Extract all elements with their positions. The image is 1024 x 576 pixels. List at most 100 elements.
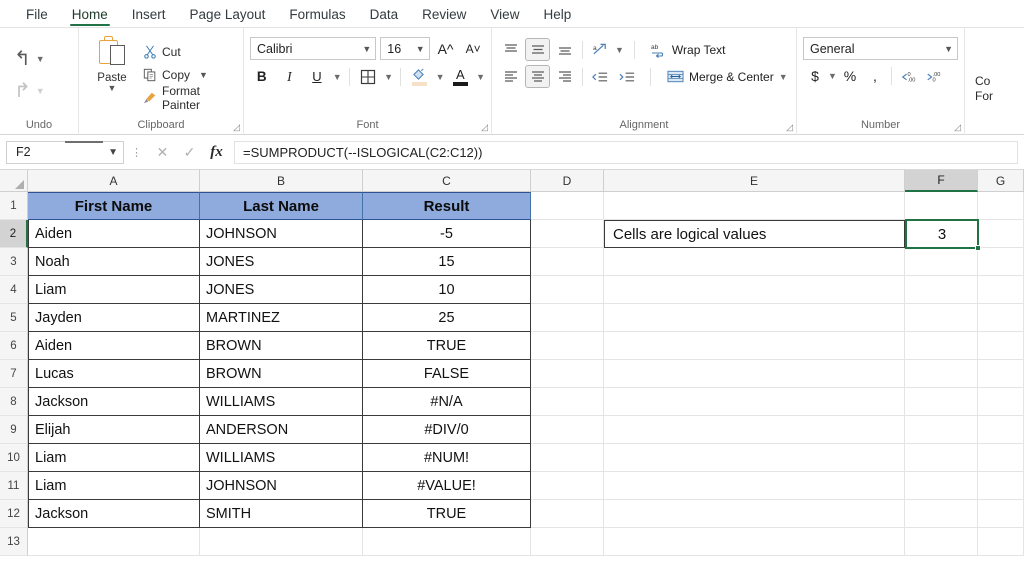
increase-font-size-button[interactable]: A^ (434, 37, 458, 60)
selected-cell-f2[interactable]: 3 (905, 219, 979, 249)
clipboard-dialog-launcher-icon[interactable]: ◿ (233, 122, 240, 133)
cell-g9[interactable] (978, 416, 1024, 444)
cell-c7[interactable]: FALSE (363, 360, 531, 388)
font-color-button[interactable]: A (449, 65, 473, 88)
align-bottom-button[interactable] (552, 38, 577, 61)
cell-e9[interactable] (604, 416, 905, 444)
column-header-d[interactable]: D (531, 170, 604, 192)
row-header-13[interactable]: 13 (0, 528, 28, 556)
cell-f12[interactable] (905, 500, 978, 528)
cell-f7[interactable] (905, 360, 978, 388)
cell-a1[interactable]: First Name (28, 192, 200, 220)
tab-view[interactable]: View (478, 5, 531, 27)
tab-formulas[interactable]: Formulas (277, 5, 357, 27)
tab-page-layout[interactable]: Page Layout (178, 5, 278, 27)
cell-e1[interactable] (604, 192, 905, 220)
cell-a9[interactable]: Elijah (28, 416, 200, 444)
cell-c10[interactable]: #NUM! (363, 444, 531, 472)
tab-insert[interactable]: Insert (120, 5, 178, 27)
cell-a11[interactable]: Liam (28, 472, 200, 500)
column-header-f[interactable]: F (905, 170, 978, 192)
cell-b9[interactable]: ANDERSON (200, 416, 363, 444)
cell-e11[interactable] (604, 472, 905, 500)
cell-e12[interactable] (604, 500, 905, 528)
wrap-text-button[interactable]: ab Wrap Text (651, 42, 726, 58)
chevron-down-icon[interactable]: ▼ (436, 72, 445, 82)
cell-g4[interactable] (978, 276, 1024, 304)
cell-c12[interactable]: TRUE (363, 500, 531, 528)
chevron-down-icon[interactable]: ▼ (36, 54, 45, 64)
format-painter-button[interactable]: Format Painter (143, 84, 237, 112)
tab-help[interactable]: Help (531, 5, 583, 27)
row-header-5[interactable]: 5 (0, 304, 28, 332)
cell-f6[interactable] (905, 332, 978, 360)
cell-c11[interactable]: #VALUE! (363, 472, 531, 500)
currency-format-button[interactable]: $ (803, 65, 827, 87)
fill-handle[interactable] (975, 245, 981, 251)
cell-f9[interactable] (905, 416, 978, 444)
chevron-down-icon[interactable]: ▼ (779, 72, 788, 82)
bold-button[interactable]: B (250, 65, 274, 88)
cell-a5[interactable]: Jayden (28, 304, 200, 332)
cell-f13[interactable] (905, 528, 978, 556)
name-box[interactable]: F2 ▼ (6, 140, 124, 164)
column-header-b[interactable]: B (200, 170, 363, 192)
paste-button[interactable]: Paste ▼ (85, 32, 139, 118)
cell-e10[interactable] (604, 444, 905, 472)
tab-file[interactable]: File (14, 5, 60, 27)
redo-button[interactable]: ↱ ▼ (14, 76, 45, 106)
cell-b3[interactable]: JONES (200, 248, 363, 276)
borders-button[interactable] (357, 65, 381, 88)
cell-d11[interactable] (531, 472, 604, 500)
tab-review[interactable]: Review (410, 5, 478, 27)
cell-c5[interactable]: 25 (363, 304, 531, 332)
row-header-1[interactable]: 1 (0, 192, 28, 220)
cell-f1[interactable] (905, 192, 978, 220)
cell-c3[interactable]: 15 (363, 248, 531, 276)
cell-c8[interactable]: #N/A (363, 388, 531, 416)
chevron-down-icon[interactable]: ▼ (333, 72, 342, 82)
cell-f5[interactable] (905, 304, 978, 332)
cell-g8[interactable] (978, 388, 1024, 416)
cell-c1[interactable]: Result (363, 192, 531, 220)
row-header-9[interactable]: 9 (0, 416, 28, 444)
cell-b5[interactable]: MARTINEZ (200, 304, 363, 332)
cell-c4[interactable]: 10 (363, 276, 531, 304)
cell-d1[interactable] (531, 192, 604, 220)
underline-button[interactable]: U (305, 65, 329, 88)
select-all-corner[interactable] (0, 170, 28, 192)
cell-d7[interactable] (531, 360, 604, 388)
align-left-button[interactable] (498, 65, 523, 88)
cell-b11[interactable]: JOHNSON (200, 472, 363, 500)
alignment-dialog-launcher-icon[interactable]: ◿ (786, 122, 793, 133)
cell-b4[interactable]: JONES (200, 276, 363, 304)
align-center-button[interactable] (525, 65, 550, 88)
row-header-12[interactable]: 12 (0, 500, 28, 528)
undo-button[interactable]: ↰ ▼ (14, 44, 45, 74)
annotation-label-cell[interactable]: Cells are logical values (604, 220, 905, 248)
cell-g10[interactable] (978, 444, 1024, 472)
cell-a8[interactable]: Jackson (28, 388, 200, 416)
copy-button[interactable]: Copy ▼ (143, 65, 237, 85)
row-header-6[interactable]: 6 (0, 332, 28, 360)
row-header-8[interactable]: 8 (0, 388, 28, 416)
percent-format-button[interactable]: % (838, 65, 862, 87)
cell-e6[interactable] (604, 332, 905, 360)
align-middle-button[interactable] (525, 38, 550, 61)
increase-indent-button[interactable] (615, 65, 640, 88)
column-header-a[interactable]: A (28, 170, 200, 192)
cell-a10[interactable]: Liam (28, 444, 200, 472)
cell-a12[interactable]: Jackson (28, 500, 200, 528)
cell-b12[interactable]: SMITH (200, 500, 363, 528)
cell-e7[interactable] (604, 360, 905, 388)
number-format-combo[interactable]: General ▼ (803, 37, 958, 60)
font-size-combo[interactable]: 16 ▼ (380, 37, 430, 60)
cell-e4[interactable] (604, 276, 905, 304)
cell-g6[interactable] (978, 332, 1024, 360)
cell-g13[interactable] (978, 528, 1024, 556)
row-header-4[interactable]: 4 (0, 276, 28, 304)
decrease-decimal-button[interactable]: .00 0 (921, 65, 945, 87)
cell-c13[interactable] (363, 528, 531, 556)
fill-color-button[interactable] (408, 65, 432, 88)
conditional-formatting-button[interactable]: Co For (971, 32, 998, 104)
